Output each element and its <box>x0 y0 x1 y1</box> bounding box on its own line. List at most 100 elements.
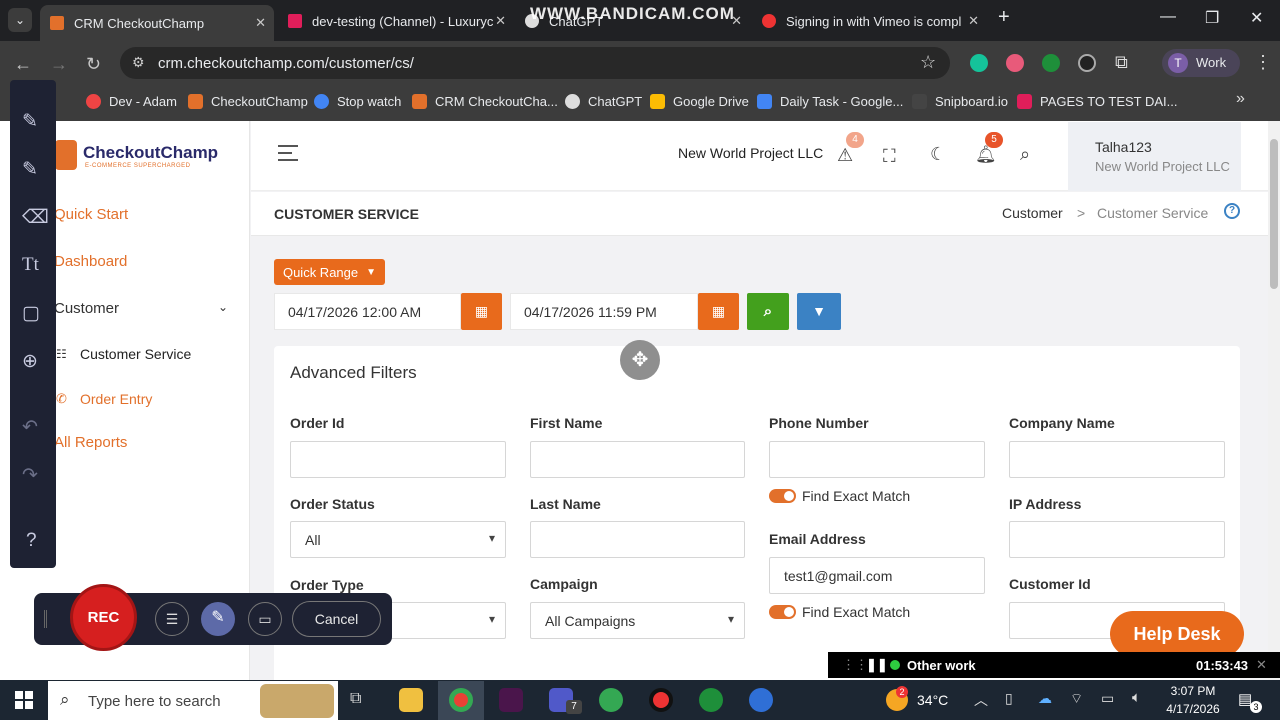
extension-icon[interactable] <box>1078 54 1096 72</box>
end-date-input[interactable]: 04/17/2026 11:59 PM <box>510 293 698 330</box>
close-tab-icon[interactable]: ✕ <box>968 13 979 29</box>
pen-toggle-icon[interactable]: ✎ <box>201 602 235 636</box>
bookmark-item[interactable]: Google Drive <box>650 91 749 111</box>
tab-crm-checkoutchamp[interactable]: CRM CheckoutChamp ✕ <box>40 5 274 41</box>
back-icon[interactable]: ← <box>14 54 32 75</box>
calendar-icon[interactable]: ▦ <box>461 293 502 330</box>
pause-icon[interactable]: ❚❚ <box>866 657 888 673</box>
drag-handle-icon[interactable] <box>44 610 47 628</box>
bookmark-item[interactable]: Daily Task - Google... <box>757 91 903 111</box>
scrollbar-thumb[interactable] <box>1270 139 1278 289</box>
bookmark-item[interactable]: Snipboard.io <box>912 91 1008 111</box>
reload-icon[interactable]: ↻ <box>86 54 101 75</box>
find-exact-match-toggle[interactable] <box>769 605 796 619</box>
hamburger-menu-icon[interactable] <box>278 145 298 161</box>
sidebar-item-dashboard[interactable]: Dashboard <box>54 253 127 270</box>
onedrive-cloud-icon[interactable]: ☁ <box>1038 690 1052 707</box>
highlighter-icon[interactable]: ✎ <box>22 158 38 181</box>
checkmark-app-icon[interactable] <box>699 688 723 712</box>
bookmark-item[interactable]: ChatGPT <box>565 91 642 111</box>
sidebar-item-customer-service[interactable]: Customer Service <box>80 346 191 362</box>
dark-mode-moon-icon[interactable]: ☾ <box>930 144 946 165</box>
tray-chevron-up-icon[interactable]: ︿ <box>974 690 988 710</box>
close-icon[interactable]: ✕ <box>1256 657 1267 673</box>
tab-dev-testing[interactable]: dev-testing (Channel) - Luxuryc ✕ <box>278 6 514 36</box>
help-desk-button[interactable]: Help Desk <box>1110 611 1244 657</box>
extension-icon[interactable] <box>1006 54 1024 72</box>
app-icon[interactable] <box>749 688 773 712</box>
taskbar-search-box[interactable]: ⌕ Type here to search <box>48 681 338 720</box>
breadcrumb-customer[interactable]: Customer <box>1002 205 1063 221</box>
find-exact-match-toggle[interactable] <box>769 489 796 503</box>
battery-icon[interactable]: ▭ <box>1101 690 1114 707</box>
search-button[interactable]: ⌕ <box>747 293 789 330</box>
drag-handle-icon[interactable]: ⋮⋮ <box>842 657 868 673</box>
search-icon[interactable]: ⌕ <box>1020 144 1030 165</box>
first-name-input[interactable] <box>530 441 745 478</box>
grammarly-extension-icon[interactable] <box>970 54 988 72</box>
more-bookmarks-icon[interactable]: » <box>1236 90 1245 108</box>
start-date-input[interactable]: 04/17/2026 12:00 AM <box>274 293 461 330</box>
sidebar-item-customer[interactable]: Customer <box>54 300 119 317</box>
warning-icon[interactable]: ⚠ <box>837 145 853 166</box>
slack-icon[interactable] <box>499 688 523 712</box>
profile-button[interactable]: T Work <box>1162 49 1240 77</box>
order-status-select[interactable]: All <box>290 521 506 558</box>
bookmark-item[interactable]: CheckoutChamp <box>188 91 308 111</box>
zoom-icon[interactable]: ⊕ <box>22 350 38 373</box>
calendar-icon[interactable]: ▦ <box>698 293 739 330</box>
notification-bell-icon[interactable]: 🔔︎ <box>975 145 997 165</box>
order-id-input[interactable] <box>290 441 506 478</box>
campaign-select[interactable]: All Campaigns <box>530 602 745 639</box>
chevron-down-icon[interactable]: ⌄ <box>218 300 228 314</box>
cancel-button[interactable]: Cancel <box>292 601 381 637</box>
file-explorer-icon[interactable] <box>399 688 423 712</box>
email-address-input[interactable]: test1@gmail.com <box>769 557 985 594</box>
undo-icon[interactable]: ↶ <box>22 416 38 439</box>
bookmark-item[interactable]: PAGES TO TEST DAI... <box>1017 91 1178 111</box>
new-tab-icon[interactable]: + <box>998 6 1010 29</box>
site-info-icon[interactable]: ⚙ <box>132 54 145 71</box>
bookmark-star-icon[interactable]: ☆ <box>920 52 936 73</box>
close-tab-icon[interactable]: ✕ <box>255 15 266 31</box>
bookmark-item[interactable]: CRM CheckoutCha... <box>412 91 558 111</box>
menu-icon[interactable]: ☰ <box>155 602 189 636</box>
page-scrollbar[interactable] <box>1268 121 1280 680</box>
volume-icon[interactable]: 🔈︎ <box>1132 689 1141 706</box>
rec-button[interactable]: REC <box>70 584 137 651</box>
help-question-icon[interactable]: ? <box>1224 203 1240 219</box>
quick-range-button[interactable]: Quick Range ▼ <box>274 259 385 285</box>
extensions-puzzle-icon[interactable]: ⧉ <box>1115 52 1128 73</box>
forward-icon[interactable]: → <box>50 54 68 75</box>
device-icon[interactable]: ▯ <box>1005 690 1013 707</box>
tab-search-button[interactable]: ⌄ <box>8 8 32 32</box>
pen-icon[interactable]: ✎ <box>22 110 38 133</box>
bookmark-item[interactable]: Dev - Adam <box>86 91 177 111</box>
filter-button[interactable]: ▼ <box>797 293 841 330</box>
tab-vimeo[interactable]: Signing in with Vimeo is compl ✕ <box>752 6 987 36</box>
rectangle-icon[interactable]: ▢ <box>22 302 40 325</box>
company-name-input[interactable] <box>1009 441 1225 478</box>
screen-icon[interactable]: ▭ <box>248 602 282 636</box>
fullscreen-icon[interactable]: ⛶ <box>883 146 896 167</box>
bandicam-icon[interactable] <box>649 688 673 712</box>
move-drag-icon[interactable]: ✥ <box>620 340 660 380</box>
user-menu[interactable]: Talha123 New World Project LLC <box>1068 122 1241 191</box>
sidebar-item-quick-start[interactable]: Quick Start <box>54 206 128 223</box>
sidebar-item-order-entry[interactable]: Order Entry <box>80 391 152 407</box>
taskbar-chrome-active[interactable] <box>438 681 484 720</box>
redo-icon[interactable]: ↷ <box>22 464 38 487</box>
checkmark-extension-icon[interactable] <box>1042 54 1060 72</box>
text-tool-icon[interactable]: Tt <box>22 254 39 276</box>
close-tab-icon[interactable]: ✕ <box>495 13 506 29</box>
bookmark-item[interactable]: Stop watch <box>314 91 401 111</box>
wifi-icon[interactable]: ⌔ <box>1070 690 1083 708</box>
url-input[interactable]: crm.checkoutchamp.com/customer/cs/ <box>120 47 950 79</box>
help-icon[interactable]: ? <box>26 530 37 552</box>
menu-kebab-icon[interactable]: ⋮ <box>1254 52 1272 73</box>
phone-number-input[interactable] <box>769 441 985 478</box>
sidebar-item-all-reports[interactable]: All Reports <box>54 434 127 451</box>
ip-address-input[interactable] <box>1009 521 1225 558</box>
windows-start-icon[interactable] <box>15 691 33 709</box>
last-name-input[interactable] <box>530 521 745 558</box>
